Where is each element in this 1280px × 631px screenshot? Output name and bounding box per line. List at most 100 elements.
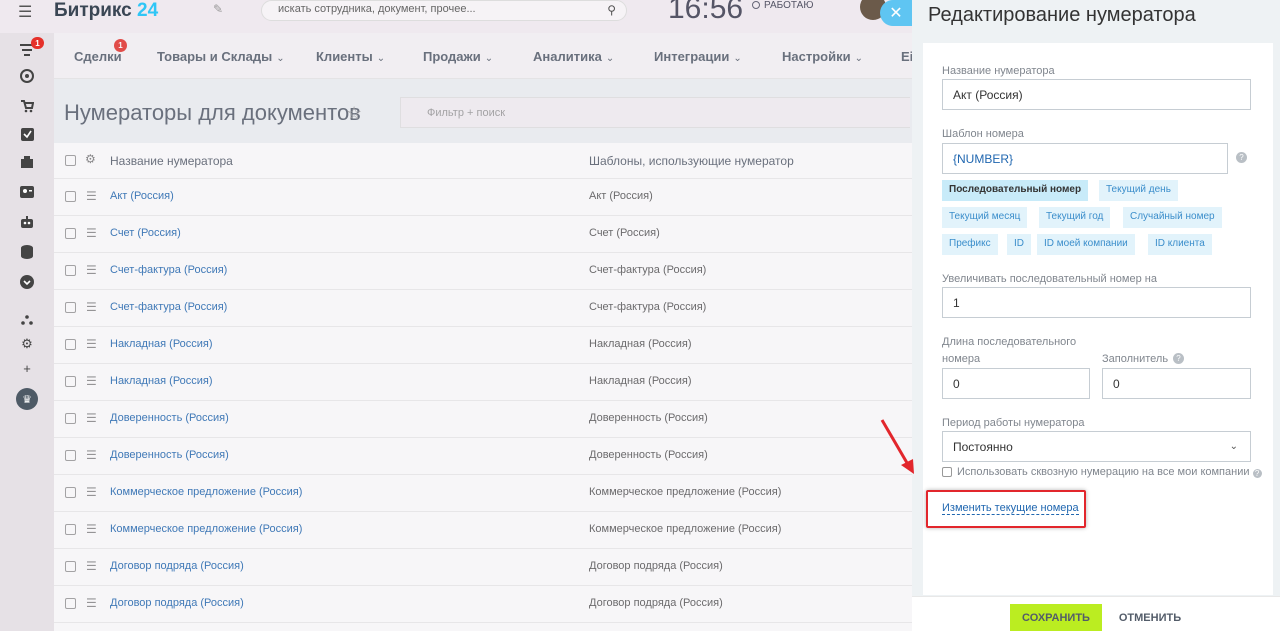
row-menu-icon[interactable]: ☰ xyxy=(86,374,97,388)
table-row[interactable]: ☰ Счет-фактура (Россия) Счет-фактура (Росс… xyxy=(54,290,912,327)
row-checkbox[interactable] xyxy=(65,376,76,387)
contact-card-icon[interactable] xyxy=(17,182,37,202)
change-current-numbers-link[interactable]: Изменить текущие номера xyxy=(942,502,1079,515)
help-icon[interactable]: ? xyxy=(1236,152,1247,163)
row-checkbox[interactable] xyxy=(65,302,76,313)
tag-sequential-number[interactable]: Последовательный номер xyxy=(942,180,1089,201)
filter-search-input[interactable]: Фильтр + поиск xyxy=(400,97,910,128)
chevron-circle-icon[interactable] xyxy=(17,272,37,292)
length-field[interactable]: 0 xyxy=(942,368,1090,399)
tag-current-month[interactable]: Текущий месяц xyxy=(942,207,1028,228)
tag-company-id[interactable]: ID моей компании xyxy=(1037,234,1135,255)
menu-item-settings[interactable]: Настройки ⌄ xyxy=(782,49,863,64)
plus-icon[interactable]: + xyxy=(17,358,37,378)
row-menu-icon[interactable]: ☰ xyxy=(86,596,97,610)
numerator-name-link[interactable]: Договор подряда (Россия) xyxy=(110,597,244,609)
table-row[interactable]: ☰ Акт (Россия) Акт (Россия) xyxy=(54,179,912,216)
menu-item-deals[interactable]: Сделки xyxy=(74,49,122,64)
numerator-name-link[interactable]: Акт (Россия) xyxy=(110,190,174,202)
row-menu-icon[interactable]: ☰ xyxy=(86,522,97,536)
row-checkbox[interactable] xyxy=(65,487,76,498)
cancel-button[interactable]: ОТМЕНИТЬ xyxy=(1112,604,1188,631)
numerator-name-link[interactable]: Доверенность (Россия) xyxy=(110,412,229,424)
cart-icon[interactable] xyxy=(17,96,37,116)
tag-prefix[interactable]: Префикс xyxy=(942,234,998,255)
row-menu-icon[interactable]: ☰ xyxy=(86,226,97,240)
table-row[interactable]: ☰ Накладная (Россия) Накладная (Россия) xyxy=(54,327,912,364)
gear-icon[interactable]: ⚙ xyxy=(85,152,96,166)
table-row[interactable]: ☰ Доверенность (Россия) Доверенность (Росс… xyxy=(54,438,912,475)
row-checkbox[interactable] xyxy=(65,598,76,609)
tag-current-year[interactable]: Текущий год xyxy=(1039,207,1111,228)
table-row[interactable]: ☰ Коммерческое предложение (Россия) Коммер… xyxy=(54,512,912,549)
increment-field[interactable]: 1 xyxy=(942,287,1251,318)
filler-field[interactable]: 0 xyxy=(1102,368,1251,399)
settings-gear-icon[interactable]: ⚙ xyxy=(17,334,37,354)
numerator-name-link[interactable]: Договор подряда (Россия) xyxy=(110,560,244,572)
tag-client-id[interactable]: ID клиента xyxy=(1148,234,1212,255)
menu-item-clients[interactable]: Клиенты ⌄ xyxy=(316,49,385,64)
numerator-name-link[interactable]: Доверенность (Россия) xyxy=(110,449,229,461)
work-status[interactable]: РАБОТАЮ xyxy=(752,0,813,11)
row-menu-icon[interactable]: ☰ xyxy=(86,485,97,499)
database-icon[interactable] xyxy=(17,242,37,262)
row-menu-icon[interactable]: ☰ xyxy=(86,411,97,425)
table-row[interactable]: ☰ Договор подряда (Россия) Договор подряда… xyxy=(54,586,912,623)
table-row[interactable]: ☰ Коммерческое предложение (Россия) Коммер… xyxy=(54,475,912,512)
row-checkbox[interactable] xyxy=(65,228,76,239)
numerator-name-link[interactable]: Счет-фактура (Россия) xyxy=(110,264,227,276)
menu-item-products[interactable]: Товары и Склады ⌄ xyxy=(157,49,285,64)
tag-current-day[interactable]: Текущий день xyxy=(1099,180,1178,201)
row-menu-icon[interactable]: ☰ xyxy=(86,337,97,351)
numerator-name-link[interactable]: Коммерческое предложение (Россия) xyxy=(110,523,302,535)
column-header-name[interactable]: Название нумератора xyxy=(110,154,233,168)
help-icon[interactable]: ? xyxy=(1252,469,1262,478)
box-icon[interactable] xyxy=(17,152,37,172)
select-all-checkbox[interactable] xyxy=(65,155,76,166)
table-row[interactable]: ☰ Счет (Россия) Счет (Россия) xyxy=(54,216,912,253)
menu-item-more[interactable]: Еі xyxy=(901,49,912,64)
row-menu-icon[interactable]: ☰ xyxy=(86,559,97,573)
row-menu-icon[interactable]: ☰ xyxy=(86,448,97,462)
numerator-name-link[interactable]: Коммерческое предложение (Россия) xyxy=(110,486,302,498)
tag-random-number[interactable]: Случайный номер xyxy=(1123,207,1222,228)
period-select[interactable]: Постоянно ⌄ xyxy=(942,431,1251,462)
column-header-templates[interactable]: Шаблоны, использующие нумератор xyxy=(589,154,794,168)
target-icon[interactable] xyxy=(17,66,37,86)
search-icon[interactable]: ⚲ xyxy=(607,3,616,17)
numerator-name-link[interactable]: Счет (Россия) xyxy=(110,227,181,239)
logo[interactable]: Битрикс 24 xyxy=(54,0,158,22)
crown-icon[interactable]: ♛ xyxy=(16,388,38,410)
row-menu-icon[interactable]: ☰ xyxy=(86,189,97,203)
table-row[interactable]: ☰ Накладная (Россия) Накладная (Россия) xyxy=(54,364,912,401)
template-field[interactable]: {NUMBER} xyxy=(942,143,1228,174)
save-button[interactable]: СОХРАНИТЬ xyxy=(1010,604,1102,631)
cross-company-checkbox[interactable] xyxy=(942,467,952,477)
pencil-icon[interactable]: ✎ xyxy=(213,2,223,16)
menu-item-analytics[interactable]: Аналитика ⌄ xyxy=(533,49,614,64)
robot-icon[interactable] xyxy=(17,212,37,232)
row-checkbox[interactable] xyxy=(65,413,76,424)
table-row[interactable]: ☰ Доверенность (Россия) Доверенность (Росс… xyxy=(54,401,912,438)
table-row[interactable]: ☰ Счет-фактура (Россия) Счет-фактура (Росс… xyxy=(54,253,912,290)
tag-id[interactable]: ID xyxy=(1007,234,1031,255)
help-icon[interactable]: ? xyxy=(1173,353,1184,364)
row-checkbox[interactable] xyxy=(65,339,76,350)
row-checkbox[interactable] xyxy=(65,191,76,202)
name-field[interactable]: Акт (Россия) xyxy=(942,79,1251,110)
structure-icon[interactable] xyxy=(17,310,37,330)
tasks-icon[interactable] xyxy=(17,124,37,144)
menu-icon[interactable]: ☰ xyxy=(18,2,32,22)
table-row[interactable]: ☰ Договор подряда (Россия) Договор подряда… xyxy=(54,549,912,586)
menu-item-integrations[interactable]: Интеграции ⌄ xyxy=(654,49,742,64)
row-menu-icon[interactable]: ☰ xyxy=(86,263,97,277)
row-checkbox[interactable] xyxy=(65,561,76,572)
numerator-name-link[interactable]: Накладная (Россия) xyxy=(110,375,213,387)
row-checkbox[interactable] xyxy=(65,265,76,276)
row-checkbox[interactable] xyxy=(65,450,76,461)
row-menu-icon[interactable]: ☰ xyxy=(86,300,97,314)
numerator-name-link[interactable]: Накладная (Россия) xyxy=(110,338,213,350)
menu-item-sales[interactable]: Продажи ⌄ xyxy=(423,49,493,64)
close-panel-button[interactable]: ✕ xyxy=(880,0,912,26)
row-checkbox[interactable] xyxy=(65,524,76,535)
